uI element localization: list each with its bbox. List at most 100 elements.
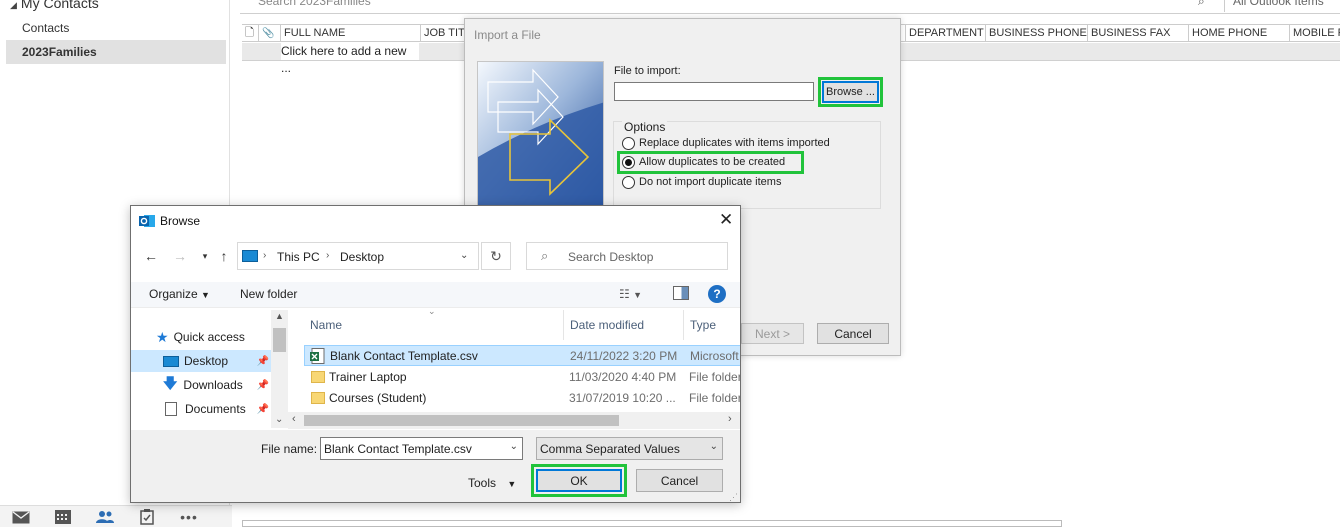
navigation-tree: ★ Quick access Desktop 📌 🡇 Downloads 📌 Docum…: [131, 310, 288, 428]
file-name: Blank Contact Template.csv: [330, 349, 478, 363]
breadcrumb-desktop[interactable]: Desktop: [340, 250, 384, 264]
ok-button[interactable]: OK: [536, 469, 622, 492]
search-desktop-input[interactable]: ⌕ Search Desktop: [526, 242, 728, 270]
address-dropdown-chevron-icon[interactable]: ⌄: [460, 250, 468, 261]
folder-contacts[interactable]: Contacts: [6, 16, 226, 40]
column-home-phone[interactable]: HOME PHONE: [1188, 25, 1289, 42]
tree-desktop[interactable]: Desktop 📌: [131, 350, 271, 372]
desktop-icon: [163, 355, 179, 367]
view-options-icon[interactable]: ☷ ▼: [619, 287, 642, 301]
column-department[interactable]: DEPARTMENT: [905, 25, 985, 42]
option-replace-duplicates[interactable]: Replace duplicates with items imported: [622, 135, 830, 151]
search-scope-dropdown[interactable]: All Outlook Items: [1224, 0, 1340, 12]
wizard-banner-image: [477, 61, 604, 211]
scroll-left-icon[interactable]: ‹: [292, 413, 296, 425]
file-to-import-input[interactable]: [614, 82, 814, 101]
column-business-phone[interactable]: BUSINESS PHONE: [985, 25, 1087, 42]
file-row-courses-student[interactable]: Courses (Student) 31/07/2019 10:20 ... F…: [304, 388, 741, 409]
option-do-not-import[interactable]: Do not import duplicate items: [622, 174, 781, 190]
browse-button[interactable]: Browse ...: [822, 81, 879, 103]
excel-csv-icon: [310, 348, 325, 364]
file-name-value: Blank Contact Template.csv: [324, 442, 472, 456]
more-icon[interactable]: •••: [178, 508, 200, 526]
new-item-placeholder[interactable]: Click here to add a new ...: [281, 43, 419, 75]
file-name-dropdown-icon[interactable]: ⌄: [510, 441, 518, 452]
column-full-name[interactable]: FULL NAME: [280, 25, 420, 42]
star-icon: ★: [156, 328, 169, 345]
module-switcher: •••: [0, 505, 232, 527]
my-contacts-header[interactable]: ◢ My Contacts: [10, 0, 99, 11]
tree-scrollbar[interactable]: ▲ ⌄: [271, 310, 288, 428]
options-label: Options: [622, 120, 668, 134]
address-bar[interactable]: › This PC › Desktop ⌄: [237, 242, 479, 270]
tree-desktop-label: Desktop: [184, 354, 229, 368]
search-icon[interactable]: ⌕: [1198, 0, 1205, 9]
attachment-icon: 📎: [258, 25, 280, 42]
column-business-fax[interactable]: BUSINESS FAX: [1087, 25, 1188, 42]
download-icon: 🡇: [163, 375, 178, 391]
organize-menu[interactable]: Organize ▼: [149, 287, 210, 301]
tree-scroll-thumb[interactable]: [273, 328, 286, 352]
tree-downloads[interactable]: 🡇 Downloads 📌: [131, 374, 271, 396]
scroll-right-icon[interactable]: ›: [728, 413, 732, 425]
file-type: File folder: [689, 391, 741, 405]
people-icon[interactable]: [94, 508, 116, 526]
tree-documents[interactable]: Documents 📌: [131, 398, 271, 420]
search-input[interactable]: Search 2023Families: [258, 0, 371, 8]
file-type: File folder: [689, 370, 741, 384]
file-name: Courses (Student): [329, 391, 427, 405]
help-icon[interactable]: ?: [708, 285, 726, 303]
collapse-triangle-icon: ◢: [10, 0, 17, 10]
search-bar: Search 2023Families ⌕ All Outlook Items: [240, 0, 1340, 14]
my-contacts-label: My Contacts: [20, 0, 99, 11]
column-job-title[interactable]: JOB TITLE: [420, 25, 465, 42]
file-list: Name ⌄ Date modified Type Blank Contact …: [288, 306, 741, 428]
file-row-trainer-laptop[interactable]: Trainer Laptop 11/03/2020 4:40 PM File f…: [304, 367, 741, 388]
tasks-icon[interactable]: [136, 508, 158, 526]
file-type-value: Comma Separated Values: [540, 442, 680, 456]
radio-allow-duplicates[interactable]: [622, 155, 635, 169]
scroll-down-icon[interactable]: ⌄: [275, 414, 283, 425]
tools-menu[interactable]: Tools ▼: [468, 476, 516, 490]
radio-replace-duplicates[interactable]: [622, 136, 635, 150]
scroll-up-icon[interactable]: ▲: [275, 311, 284, 321]
column-type[interactable]: Type: [683, 310, 740, 340]
radio-do-not-import[interactable]: [622, 175, 635, 189]
resize-grip-icon[interactable]: ⋰: [729, 492, 738, 502]
file-date: 24/11/2022 3:20 PM: [570, 349, 678, 363]
option-replace-label: Replace duplicates with items imported: [639, 137, 830, 149]
reading-pane-edge: [242, 520, 1062, 527]
tree-downloads-label: Downloads: [183, 378, 243, 392]
recent-locations-chevron-icon[interactable]: ▾: [197, 248, 213, 264]
file-list-scroll-thumb[interactable]: [304, 415, 619, 426]
new-folder-button[interactable]: New folder: [240, 287, 297, 301]
file-type-select[interactable]: Comma Separated Values ⌄: [536, 437, 723, 460]
address-toolbar: ← → ▾ ↑ › This PC › Desktop ⌄ ↻ ⌕ Search…: [131, 242, 740, 270]
column-mobile-phone[interactable]: MOBILE PHONE: [1289, 25, 1340, 42]
forward-arrow-icon[interactable]: →: [172, 248, 188, 264]
file-name-input[interactable]: Blank Contact Template.csv ⌄: [320, 437, 523, 460]
refresh-icon[interactable]: ↻: [481, 242, 511, 270]
breadcrumb-separator-icon: ›: [263, 250, 267, 261]
item-type-icon: 🗋: [245, 27, 254, 39]
mail-icon[interactable]: [10, 508, 32, 526]
pin-icon: 📌: [256, 379, 269, 391]
browse-cancel-button[interactable]: Cancel: [636, 469, 723, 492]
preview-pane-icon[interactable]: [673, 286, 689, 300]
search-scope-label: All Outlook Items: [1233, 0, 1324, 8]
close-icon[interactable]: ✕: [719, 211, 733, 228]
tree-quick-access[interactable]: ★ Quick access: [131, 326, 271, 348]
back-arrow-icon[interactable]: ←: [143, 248, 159, 264]
option-allow-duplicates[interactable]: Allow duplicates to be created: [622, 154, 785, 170]
folder-2023families[interactable]: 2023Families: [6, 40, 226, 64]
column-date-modified[interactable]: Date modified: [563, 310, 683, 340]
tree-documents-label: Documents: [185, 402, 246, 416]
file-row-blank-contact-template[interactable]: Blank Contact Template.csv 24/11/2022 3:…: [304, 345, 740, 366]
import-cancel-button[interactable]: Cancel: [817, 323, 889, 344]
up-arrow-icon[interactable]: ↑: [216, 248, 232, 264]
next-button[interactable]: Next >: [741, 323, 804, 344]
calendar-icon[interactable]: [52, 508, 74, 526]
breadcrumb-this-pc[interactable]: This PC: [277, 250, 320, 264]
documents-icon: [165, 402, 177, 416]
file-list-hscrollbar[interactable]: ‹ ›: [288, 412, 740, 429]
